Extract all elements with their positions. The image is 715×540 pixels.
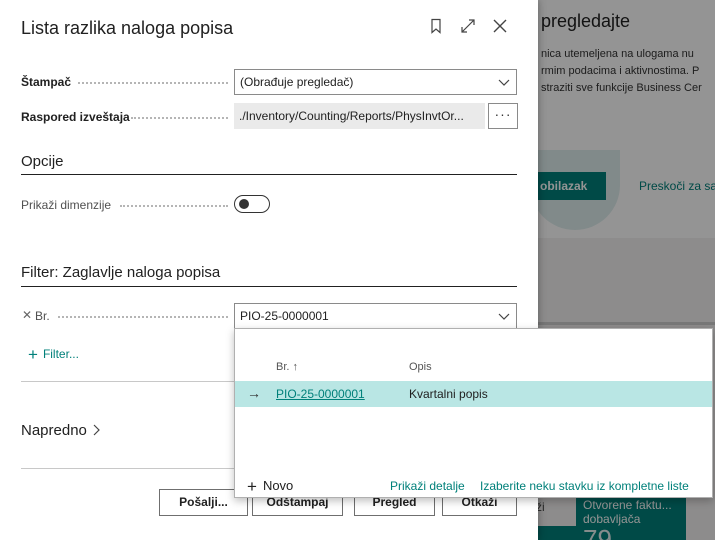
chevron-down-icon: [498, 79, 510, 86]
plus-icon: +: [247, 477, 257, 496]
select-from-full-list-link[interactable]: Izaberite neku stavku iz kompletne liste: [480, 479, 689, 493]
lookup-dropdown: Br. ↑ Opis → PIO-25-0000001 Kvartalni po…: [234, 328, 713, 498]
remove-filter-icon[interactable]: ✕: [22, 308, 32, 322]
section-divider: [21, 174, 517, 175]
field-leader-dots: [120, 205, 228, 207]
add-filter-link[interactable]: + Filter...: [28, 345, 79, 365]
toggle-knob: [239, 199, 249, 209]
section-divider: [21, 468, 234, 469]
printer-value: (Obrađuje pregledač): [240, 75, 354, 89]
report-layout-label: Raspored izveštaja: [21, 110, 130, 124]
table-row[interactable]: → PIO-25-0000001 Kvartalni popis: [235, 381, 712, 407]
close-icon[interactable]: [490, 18, 510, 38]
show-dimensions-label: Prikaži dimenzije: [21, 198, 112, 212]
show-dimensions-toggle[interactable]: [234, 195, 270, 213]
column-header-no[interactable]: Br. ↑: [276, 361, 298, 373]
section-divider: [21, 381, 234, 382]
advanced-label: Napredno: [21, 422, 87, 439]
field-leader-dots: [131, 117, 228, 119]
advanced-section-toggle[interactable]: Napredno: [21, 422, 101, 439]
layout-lookup-button[interactable]: ···: [488, 103, 518, 129]
new-button[interactable]: + Novo: [247, 477, 293, 497]
add-filter-label: Filter...: [42, 347, 79, 361]
expand-icon[interactable]: [458, 18, 478, 38]
report-layout-value: ./Inventory/Counting/Reports/PhysInvtOr.…: [234, 103, 485, 129]
printer-label: Štampač: [21, 75, 72, 89]
plus-icon: +: [28, 345, 38, 364]
chevron-right-icon: [93, 424, 100, 436]
field-leader-dots: [78, 82, 228, 84]
section-divider: [21, 286, 517, 287]
dialog-title: Lista razlika naloga popisa: [21, 18, 234, 38]
filter-no-value: PIO-25-0000001: [240, 309, 329, 323]
filter-no-input[interactable]: PIO-25-0000001: [234, 303, 517, 329]
printer-select[interactable]: (Obrađuje pregledač): [234, 69, 517, 95]
filter-section-title: Filter: Zaglavlje naloga popisa: [21, 264, 221, 281]
bookmark-icon[interactable]: [426, 18, 446, 38]
row-description: Kvartalni popis: [409, 387, 488, 401]
row-code-link[interactable]: PIO-25-0000001: [276, 387, 365, 401]
new-label: Novo: [262, 478, 294, 493]
arrow-right-icon: →: [247, 385, 261, 401]
filter-no-label: Br.: [35, 309, 50, 323]
field-leader-dots: [58, 316, 228, 318]
options-section-title: Opcije: [21, 153, 64, 170]
column-header-description[interactable]: Opis: [409, 361, 432, 373]
show-details-link[interactable]: Prikaži detalje: [390, 479, 465, 493]
chevron-down-icon: [498, 313, 510, 320]
